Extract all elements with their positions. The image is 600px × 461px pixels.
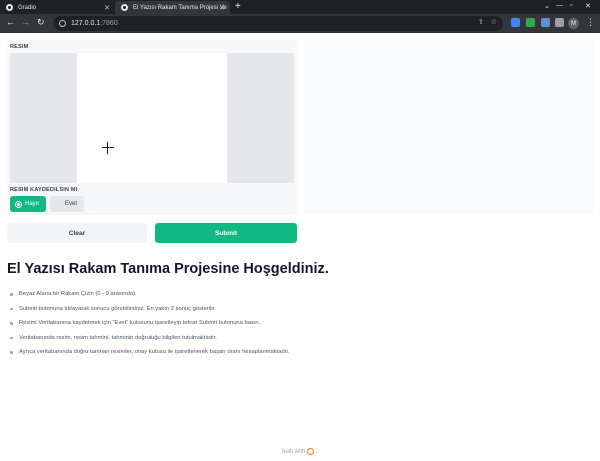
tab-gradio[interactable]: Gradio ✕	[0, 1, 115, 14]
close-icon[interactable]: ✕	[219, 4, 225, 12]
gradio-page: RESIM RESIM KAYDEDILSIN MI Hayır Evet Cl…	[0, 33, 600, 461]
crosshair-cursor-icon	[102, 142, 114, 154]
instructions-list: Beyaz Alana bir Rakam Çizin (0 - 9 arası…	[10, 291, 290, 364]
translate-icon[interactable]	[511, 18, 520, 27]
radio-label: Evet	[65, 201, 78, 207]
share-icon[interactable]: ⇪	[478, 18, 484, 26]
url-port: :7860	[100, 20, 118, 27]
output-panel	[304, 40, 593, 215]
clear-button[interactable]: Clear	[7, 223, 147, 243]
footer[interactable]: built with	[282, 448, 315, 455]
list-item: Resimi Veritabanına kaydetmek için "Evet…	[10, 320, 290, 335]
canvas-margin-right	[227, 53, 294, 183]
url-host: 127.0.0.1	[71, 20, 101, 27]
avatar[interactable]: M	[568, 18, 579, 29]
browser-tab-strip: Gradio ✕ El Yazısı Rakam Tanıma Projesi …	[0, 0, 600, 14]
list-item: Ayrıca veritabanında doğru tanınan resim…	[10, 349, 290, 364]
radio-dot-icon	[56, 201, 61, 207]
reload-icon[interactable]: ↻	[37, 17, 45, 28]
list-item: Submit butonuna tıklayarak sonucu görebi…	[10, 306, 290, 321]
submit-button[interactable]: Submit	[155, 223, 297, 243]
close-icon[interactable]: ✕	[104, 4, 110, 12]
shield-icon[interactable]	[526, 18, 535, 27]
footer-text: built with	[282, 448, 306, 455]
radio-option-hayir[interactable]: Hayır	[10, 196, 46, 212]
address-bar[interactable]: 127.0.0.1:7860 ⇪ ☆	[53, 16, 503, 31]
forward-icon[interactable]: →	[21, 17, 30, 27]
window-close-icon[interactable]: ✕	[585, 2, 591, 10]
save-question-label: RESIM KAYDEDILSIN MI	[10, 187, 78, 193]
puzzle-icon[interactable]	[555, 18, 564, 27]
list-item: Beyaz Alana bir Rakam Çizin (0 - 9 arası…	[10, 291, 290, 306]
extension-icon[interactable]	[541, 18, 550, 27]
page-title: El Yazısı Rakam Tanıma Projesine Hoşgeld…	[7, 261, 329, 277]
globe-icon	[121, 4, 128, 11]
chevron-down-icon[interactable]: ⌄	[544, 2, 550, 10]
new-tab-icon[interactable]: +	[235, 1, 241, 12]
maximize-icon[interactable]: ▫	[570, 2, 572, 9]
sketch-canvas[interactable]	[10, 53, 294, 183]
list-item: Veritabanında resim, resim tahmini, tahm…	[10, 335, 290, 350]
radio-label: Hayır	[25, 201, 40, 207]
gradio-logo-icon	[307, 448, 315, 455]
tab-active[interactable]: El Yazısı Rakam Tanıma Projesi Ve ✕	[115, 1, 230, 14]
globe-icon	[6, 4, 13, 11]
input-panel: RESIM RESIM KAYDEDILSIN MI Hayır Evet	[7, 40, 297, 215]
image-label: RESIM	[10, 44, 29, 50]
back-icon[interactable]: ←	[6, 17, 15, 27]
browser-toolbar: ← → ↻ 127.0.0.1:7860 ⇪ ☆ M ⋮	[0, 14, 600, 33]
minimize-icon[interactable]: —	[556, 2, 563, 9]
info-icon[interactable]	[59, 20, 66, 27]
star-icon[interactable]: ☆	[491, 18, 497, 26]
radio-option-evet[interactable]: Evet	[50, 196, 84, 212]
tab-title: Gradio	[18, 4, 37, 11]
radio-dot-icon	[16, 201, 21, 207]
menu-icon[interactable]: ⋮	[586, 17, 595, 28]
tab-title: El Yazısı Rakam Tanıma Projesi Ve	[133, 4, 227, 11]
canvas-margin-left	[10, 53, 77, 183]
